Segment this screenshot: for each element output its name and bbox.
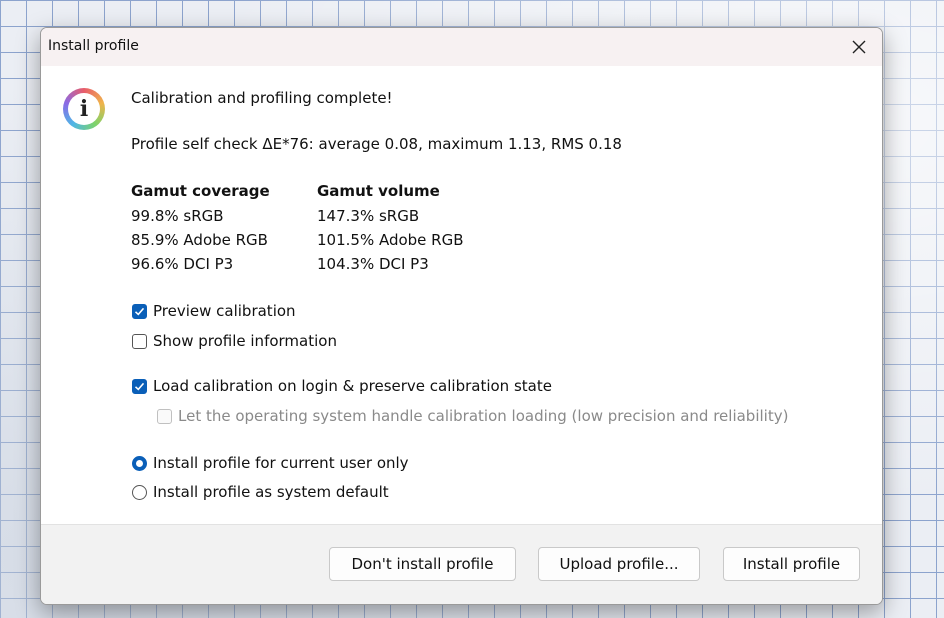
install-system-default-radio[interactable]: Install profile as system default xyxy=(132,483,389,501)
window-title: Install profile xyxy=(48,38,139,54)
dont-install-profile-button[interactable]: Don't install profile xyxy=(329,547,516,581)
install-profile-dialog: Install profile i Calibration and profil… xyxy=(40,27,883,605)
info-icon: i xyxy=(63,88,105,130)
install-profile-button[interactable]: Install profile xyxy=(723,547,860,581)
os-handle-loading-checkbox[interactable]: Let the operating system handle calibrat… xyxy=(157,407,788,425)
gamut-coverage-srgb: 99.8% sRGB xyxy=(131,207,224,225)
radio-unselected-icon xyxy=(132,484,147,500)
preview-calibration-label: Preview calibration xyxy=(153,302,296,320)
install-current-user-radio[interactable]: Install profile for current user only xyxy=(132,454,409,472)
show-profile-info-label: Show profile information xyxy=(153,332,337,350)
load-calibration-label: Load calibration on login & preserve cal… xyxy=(153,377,552,395)
gamut-volume-adobe-rgb: 101.5% Adobe RGB xyxy=(317,231,464,249)
self-check-text: Profile self check ΔE*76: average 0.08, … xyxy=(131,135,622,153)
gamut-coverage-dci-p3: 96.6% DCI P3 xyxy=(131,255,234,273)
headline-text: Calibration and profiling complete! xyxy=(131,89,393,107)
upload-profile-button[interactable]: Upload profile... xyxy=(538,547,700,581)
checkbox-disabled-icon xyxy=(157,408,172,424)
radio-selected-icon xyxy=(132,455,147,471)
install-system-default-label: Install profile as system default xyxy=(153,483,389,501)
gamut-volume-dci-p3: 104.3% DCI P3 xyxy=(317,255,429,273)
preview-calibration-checkbox[interactable]: Preview calibration xyxy=(132,302,296,320)
checkbox-unchecked-icon xyxy=(132,333,147,349)
os-handle-loading-label: Let the operating system handle calibrat… xyxy=(178,407,789,425)
gamut-coverage-adobe-rgb: 85.9% Adobe RGB xyxy=(131,231,268,249)
gamut-coverage-header: Gamut coverage xyxy=(131,182,270,200)
checkbox-checked-icon xyxy=(132,303,147,319)
title-bar: Install profile xyxy=(41,28,882,66)
load-calibration-checkbox[interactable]: Load calibration on login & preserve cal… xyxy=(132,377,552,395)
gamut-volume-srgb: 147.3% sRGB xyxy=(317,207,420,225)
close-icon xyxy=(852,40,866,54)
button-bar: Don't install profile Upload profile... … xyxy=(41,524,882,604)
gamut-volume-header: Gamut volume xyxy=(317,182,440,200)
show-profile-info-checkbox[interactable]: Show profile information xyxy=(132,332,337,350)
checkbox-checked-icon xyxy=(132,378,147,394)
install-current-user-label: Install profile for current user only xyxy=(153,454,409,472)
close-button[interactable] xyxy=(842,30,876,64)
